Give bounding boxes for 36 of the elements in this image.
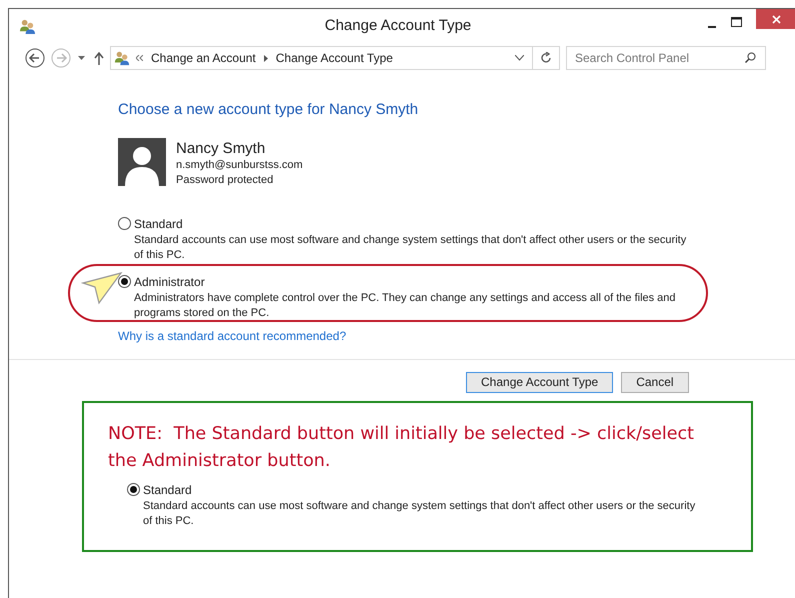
dialog-button[interactable]: Cancel [621, 372, 689, 392]
close-button[interactable] [756, 9, 795, 29]
option-description: Standard accounts can use most software and change system settings that don't affect other users or the security of this PC. [143, 498, 696, 528]
window-title: Change Account Type [324, 16, 472, 36]
dropdown-icon[interactable] [515, 55, 524, 61]
back-icon[interactable] [25, 48, 45, 68]
option-label: Standard [143, 482, 192, 498]
option-description: Administrators have complete control over the PC. They can change any settings and access all of the files and programs stored on the PC. [134, 290, 677, 320]
option-description: Standard accounts can use most software and change system settings that don't affect other users or the security of this PC. [134, 232, 688, 262]
maximize-icon[interactable] [731, 17, 742, 27]
search-field[interactable]: Search Control Panel [566, 46, 766, 70]
users-icon [114, 50, 130, 66]
breadcrumb-arrow-icon [264, 54, 268, 62]
breadcrumb[interactable]: Change Account Type [276, 49, 393, 67]
radio-button[interactable] [118, 217, 131, 230]
pointer-icon [81, 270, 123, 304]
chevrons-icon [136, 55, 143, 61]
up-arrow-icon[interactable] [94, 52, 104, 64]
radio-button[interactable] [127, 483, 140, 496]
user-name: Nancy Smyth [176, 140, 266, 158]
user-status: Password protected [176, 172, 274, 188]
help-link[interactable]: Why is a standard account recommended? [118, 326, 795, 344]
note-text: NOTE: The Standard button will initially be selected -> click/select the Administrator button. [108, 422, 695, 472]
close-icon [772, 14, 780, 24]
dropdown-icon[interactable] [78, 56, 85, 60]
user-email: n.smyth@sunburstss.com [176, 158, 303, 172]
search-icon [745, 52, 756, 63]
option-label: Administrator [134, 274, 205, 290]
address-bar[interactable]: Change an Account Change Account Type [110, 46, 560, 70]
users-icon [19, 18, 36, 34]
refresh-icon[interactable] [540, 52, 552, 64]
avatar [118, 138, 166, 186]
option-label: Standard [134, 216, 183, 232]
dialog-button[interactable]: Change Account Type [466, 372, 614, 392]
page-heading: Choose a new account type for Nancy Smyth [118, 100, 420, 120]
breadcrumb[interactable]: Change an Account [151, 49, 256, 67]
